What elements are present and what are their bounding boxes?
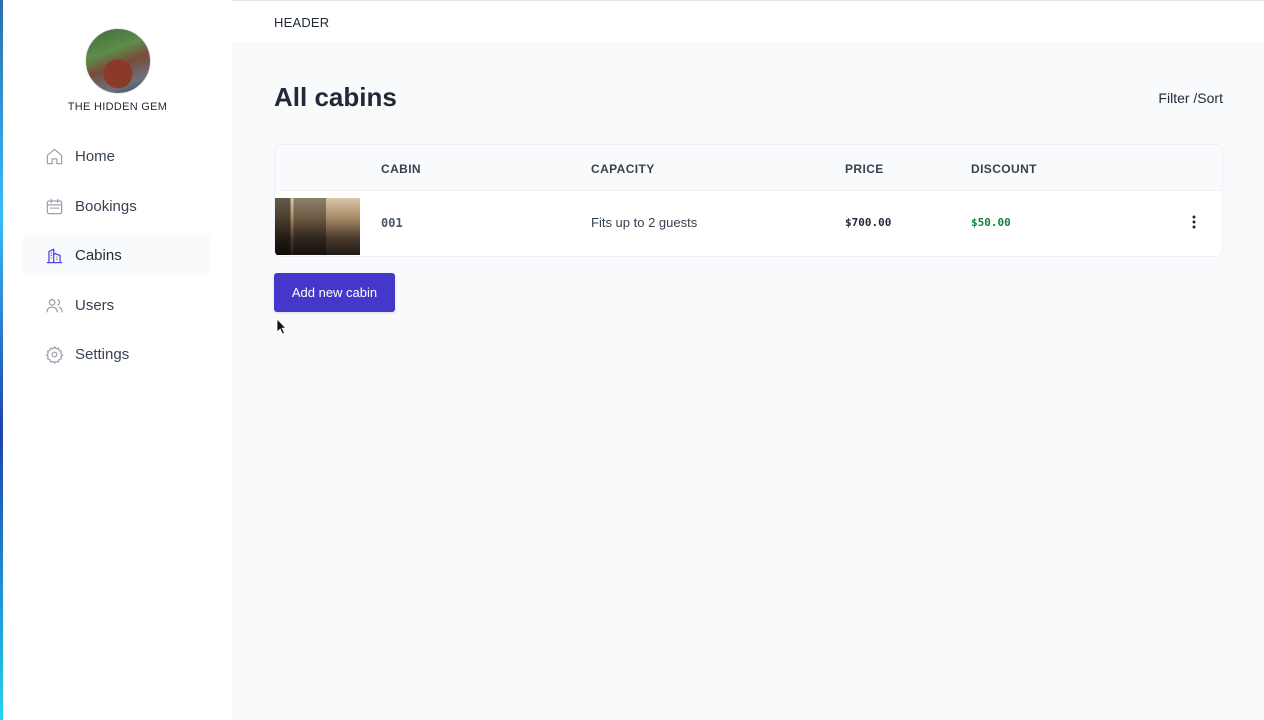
logo: THE HIDDEN GEM: [3, 28, 232, 113]
main-content: All cabins Filter /Sort CABIN CAPACITY P…: [232, 42, 1264, 720]
sidebar-item-label: Bookings: [75, 197, 137, 215]
table-header: CABIN CAPACITY PRICE DISCOUNT: [275, 145, 1222, 191]
mouse-cursor-icon: [276, 318, 287, 335]
gear-icon: [45, 346, 64, 364]
calendar-icon: [46, 198, 63, 214]
sidebar-item-bookings[interactable]: Bookings: [23, 186, 211, 227]
more-vertical-icon: [1192, 215, 1196, 229]
row-menu-button[interactable]: [1186, 211, 1202, 233]
column-header-capacity: CAPACITY: [591, 162, 655, 176]
add-new-cabin-button[interactable]: Add new cabin: [274, 273, 395, 312]
column-header-cabin: CABIN: [381, 162, 421, 176]
cabin-logo-image: [84, 28, 151, 94]
main-nav: Home Bookings Cabins Users Settings: [23, 136, 211, 384]
brand-name: THE HIDDEN GEM: [67, 101, 168, 113]
sidebar-item-home[interactable]: Home: [23, 136, 211, 177]
filter-sort-control[interactable]: Filter /Sort: [1158, 90, 1223, 106]
building-icon: [46, 248, 63, 264]
column-header-price: PRICE: [845, 162, 884, 176]
sidebar-item-users[interactable]: Users: [23, 285, 211, 326]
home-icon: [46, 148, 63, 165]
sidebar: THE HIDDEN GEM Home Bookings Cabins User…: [3, 0, 232, 720]
table-row: 001 Fits up to 2 guests $700.00 $50.00: [275, 191, 1222, 256]
app-window: THE HIDDEN GEM Home Bookings Cabins User…: [0, 0, 1264, 720]
column-header-discount: DISCOUNT: [971, 162, 1037, 176]
page-title: All cabins: [274, 82, 397, 112]
cabin-discount: $50.00: [971, 216, 1011, 229]
cabin-price: $700.00: [845, 216, 892, 229]
sidebar-item-label: Settings: [75, 346, 130, 363]
sidebar-item-label: Home: [75, 148, 116, 165]
cabin-name: 001: [381, 216, 403, 230]
cabin-thumbnail: [275, 198, 360, 255]
top-header: HEADER: [232, 0, 1264, 42]
cabins-table: CABIN CAPACITY PRICE DISCOUNT 001 Fits u…: [274, 144, 1223, 257]
sidebar-item-cabins[interactable]: Cabins: [23, 235, 211, 276]
header-title: HEADER: [274, 15, 330, 30]
cabin-capacity: Fits up to 2 guests: [591, 215, 698, 230]
users-icon: [46, 298, 63, 312]
sidebar-item-label: Cabins: [75, 247, 122, 264]
sidebar-item-label: Users: [75, 296, 115, 314]
sidebar-item-settings[interactable]: Settings: [23, 334, 211, 375]
